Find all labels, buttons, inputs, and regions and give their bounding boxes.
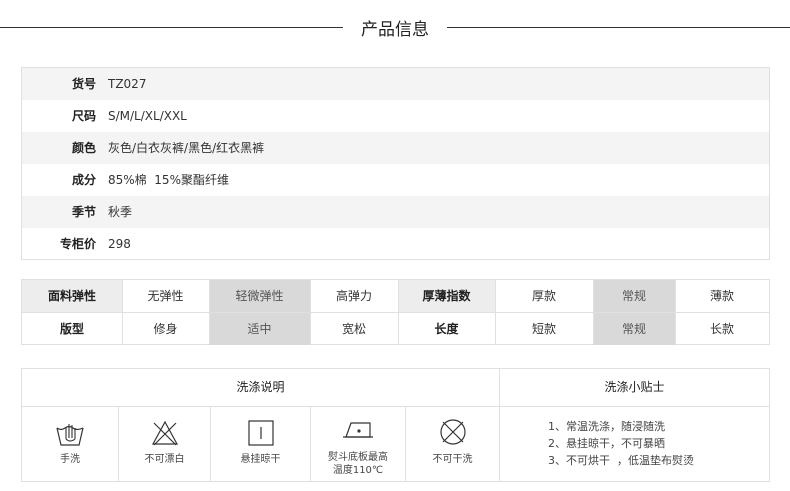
info-value: 85%棉 15%聚酯纤维	[108, 173, 229, 187]
attr-option: 薄款	[709, 289, 734, 303]
info-value: 298	[108, 237, 131, 251]
attributes-table: 面料弹性 无弹性 轻微弹性 高弹力 厚薄指数 厚款 常规 薄款 版型 修身 适中…	[21, 279, 770, 345]
info-value: S/M/L/XL/XXL	[108, 109, 187, 123]
attr-option: 厚款	[531, 289, 556, 303]
hang-dry-icon	[247, 420, 274, 446]
attr-divider	[398, 280, 399, 344]
attr-divider	[495, 280, 496, 344]
attr-divider	[593, 280, 594, 344]
attr-divider	[122, 280, 123, 344]
attr-label-fit: 版型	[59, 322, 84, 336]
attr-option: 宽松	[341, 322, 366, 336]
attr-option-selected: 常规	[593, 280, 675, 312]
attr-option: 修身	[153, 322, 178, 336]
wash-item-no-dry-clean: 不可干洗	[406, 407, 499, 481]
page-title: 产品信息	[361, 20, 429, 40]
wash-icon-label: 悬挂晾干	[240, 454, 281, 465]
info-label: 专柜价	[59, 237, 96, 251]
wash-tip: 1、常温洗涤，随浸随洗	[548, 420, 665, 433]
wash-tip: 3、不可烘干 ，低温垫布熨烫	[548, 454, 694, 467]
attr-label-length: 长度	[434, 322, 459, 336]
attr-option: 短款	[531, 322, 556, 336]
header-line-right	[447, 27, 790, 28]
wash-tips-heading: 洗涤小贴士	[604, 380, 665, 394]
info-row-item-number: 货号 TZ027	[22, 68, 769, 100]
no-bleach-icon	[151, 420, 178, 446]
info-label: 成分	[71, 173, 96, 187]
info-value: TZ027	[108, 77, 147, 91]
wash-item-no-bleach: 不可漂白	[119, 407, 210, 481]
attr-option: 长款	[709, 322, 734, 336]
wash-icon-label: 不可漂白	[144, 454, 185, 465]
attr-divider	[310, 280, 311, 344]
wash-item-iron: 熨斗底板最高 温度110℃	[311, 407, 405, 481]
info-row-price: 专柜价 298	[22, 228, 769, 260]
info-label: 货号	[71, 77, 96, 91]
info-row-color: 颜色 灰色/白衣灰裤/黑色/红衣黑裤	[22, 132, 769, 164]
attr-divider	[209, 280, 210, 344]
wash-tip: 2、悬挂晾干，不可暴晒	[548, 437, 665, 450]
wash-instructions-heading: 洗涤说明	[236, 380, 285, 394]
wash-icon-label: 熨斗底板最高 温度110℃	[311, 451, 405, 477]
info-row-material: 成分 85%棉 15%聚酯纤维	[22, 164, 769, 196]
wash-icon-label: 手洗	[60, 454, 80, 465]
attr-option-selected: 轻微弹性	[209, 280, 310, 312]
info-row-season: 季节 秋季	[22, 196, 769, 228]
info-row-size: 尺码 S/M/L/XL/XXL	[22, 100, 769, 132]
attr-option: 高弹力	[335, 289, 372, 303]
info-value: 秋季	[108, 205, 133, 219]
hand-wash-icon	[56, 424, 84, 446]
wash-icon-label-line: 熨斗底板最高	[328, 452, 388, 463]
no-dry-clean-icon	[439, 419, 466, 445]
product-info-table: 货号 TZ027 尺码 S/M/L/XL/XXL 颜色 灰色/白衣灰裤/黑色/红…	[21, 67, 770, 260]
attr-label-thickness: 厚薄指数	[398, 280, 495, 312]
info-label: 尺码	[71, 109, 96, 123]
iron-icon	[343, 422, 373, 438]
info-label: 季节	[71, 205, 96, 219]
wash-tips-list: 1、常温洗涤，随浸随洗 2、悬挂晾干，不可暴晒 3、不可烘干 ，低温垫布熨烫	[548, 418, 694, 469]
attr-option-selected: 适中	[209, 313, 310, 345]
wash-icon-label: 不可干洗	[432, 454, 473, 465]
header-line-left	[0, 27, 343, 28]
wash-divider	[499, 369, 500, 481]
wash-item-hang-dry: 悬挂晾干	[211, 407, 310, 481]
wash-item-hand-wash: 手洗	[22, 407, 118, 481]
attr-divider	[675, 280, 676, 344]
attr-option-selected: 常规	[593, 313, 675, 345]
attr-divider	[22, 312, 769, 313]
wash-icon-label-line: 温度110℃	[332, 465, 384, 476]
info-label: 颜色	[71, 141, 96, 155]
attr-option: 无弹性	[147, 289, 184, 303]
info-value: 灰色/白衣灰裤/黑色/红衣黑裤	[108, 141, 265, 155]
attr-label-elasticity: 面料弹性	[22, 280, 122, 312]
